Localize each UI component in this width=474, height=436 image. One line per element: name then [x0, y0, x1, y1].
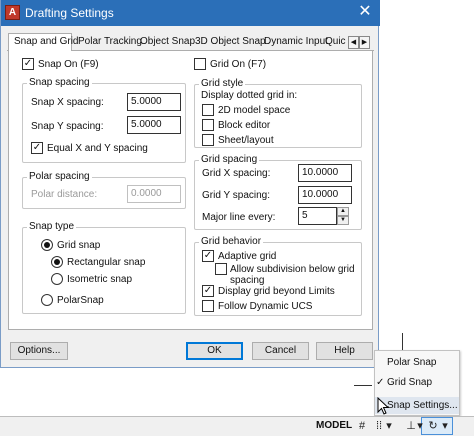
grid-block-editor-label: Block editor — [218, 120, 271, 131]
status-bar — [0, 416, 474, 436]
cancel-button[interactable]: Cancel — [252, 342, 309, 360]
isometric-snap-radio[interactable] — [51, 273, 63, 285]
rectangular-snap-label: Rectangular snap — [67, 257, 146, 268]
polar-spacing-legend: Polar spacing — [27, 171, 92, 182]
polar-tracking-icon[interactable]: ↻ — [426, 419, 440, 433]
display-dotted-grid-heading: Display dotted grid in: — [201, 90, 298, 101]
dialog-title: Drafting Settings — [25, 6, 114, 20]
allow-subdivision-label-cont: spacing — [230, 275, 265, 286]
follow-dynamic-ucs-checkbox[interactable] — [202, 300, 214, 312]
dialog-title-bar[interactable]: A Drafting Settings ✕ — [1, 0, 380, 26]
major-line-every-label: Major line every: — [202, 212, 276, 223]
equal-spacing-checkbox[interactable]: ✓ — [31, 142, 43, 154]
menu-item-grid-snap[interactable]: Grid Snap — [387, 377, 432, 388]
snap-on-checkbox[interactable]: ✓ — [22, 58, 34, 70]
grid-display-icon[interactable]: # — [355, 419, 369, 433]
allow-subdivision-label: Allow subdivision below grid — [230, 264, 355, 275]
major-line-increment-icon[interactable]: ▲ — [337, 207, 349, 216]
follow-dynamic-ucs-label: Follow Dynamic UCS — [218, 301, 313, 312]
grid-style-legend: Grid style — [199, 78, 246, 89]
ok-button[interactable]: OK — [186, 342, 243, 360]
tab-polar-tracking[interactable]: Polar Tracking — [78, 36, 142, 50]
grid-spacing-legend: Grid spacing — [199, 154, 260, 165]
adaptive-grid-label: Adaptive grid — [218, 251, 277, 262]
tab-quick-properties[interactable]: Quic — [325, 36, 346, 50]
mouse-pointer-icon — [377, 397, 389, 415]
snap-x-spacing-label: Snap X spacing: — [31, 97, 104, 108]
allow-subdivision-checkbox[interactable] — [215, 263, 227, 275]
menu-item-polar-snap[interactable]: Polar Snap — [387, 357, 436, 368]
model-space-toggle[interactable]: MODEL — [316, 420, 352, 431]
tab-3d-object-snap[interactable]: 3D Object Snap — [195, 36, 266, 50]
equal-spacing-label: Equal X and Y spacing — [47, 143, 148, 154]
close-button[interactable]: ✕ — [355, 3, 375, 22]
options-button[interactable]: Options... — [10, 342, 68, 360]
snap-dropdown-caret-icon[interactable]: ▾ — [385, 419, 393, 433]
rectangular-snap-radio[interactable] — [51, 256, 63, 268]
drawing-line — [354, 385, 372, 386]
grid-block-editor-checkbox[interactable] — [202, 119, 214, 131]
isometric-snap-label: Isometric snap — [67, 274, 133, 285]
snap-y-spacing-input[interactable]: 5.0000 — [127, 116, 181, 134]
help-button[interactable]: Help — [316, 342, 373, 360]
grid-on-label: Grid On (F7) — [210, 59, 267, 70]
tab-object-snap[interactable]: Object Snap — [140, 36, 195, 50]
grid-x-spacing-input[interactable]: 10.0000 — [298, 164, 352, 182]
polar-dropdown-caret-icon[interactable]: ▾ — [441, 419, 449, 433]
adaptive-grid-checkbox[interactable]: ✓ — [202, 250, 214, 262]
snap-spacing-legend: Snap spacing — [27, 77, 92, 88]
snap-type-legend: Snap type — [27, 221, 77, 232]
display-beyond-limits-checkbox[interactable]: ✓ — [202, 285, 214, 297]
grid-behavior-legend: Grid behavior — [199, 236, 264, 247]
snap-dots-icon[interactable]: ⁞⁞ — [372, 419, 386, 433]
polar-distance-label: Polar distance: — [31, 189, 98, 200]
major-line-decrement-icon[interactable]: ▼ — [337, 216, 349, 225]
polar-distance-input[interactable]: 0.0000 — [127, 185, 181, 203]
snap-y-spacing-label: Snap Y spacing: — [31, 121, 104, 132]
autocad-app-icon: A — [5, 5, 20, 20]
tab-scroll-left-icon[interactable]: ◀ — [348, 36, 359, 49]
drafting-settings-dialog: A Drafting Settings ✕ Snap and Grid Pola… — [0, 0, 380, 368]
grid-y-spacing-label: Grid Y spacing: — [202, 190, 271, 201]
grid-sheet-layout-checkbox[interactable] — [202, 134, 214, 146]
grid-sheet-layout-label: Sheet/layout — [218, 135, 274, 146]
tab-dynamic-input[interactable]: Dynamic Input — [264, 36, 328, 50]
grid-2d-model-space-label: 2D model space — [218, 105, 291, 116]
grid-snap-label: Grid snap — [57, 240, 101, 251]
check-icon: ✓ — [376, 377, 385, 388]
polar-snap-radio[interactable] — [41, 294, 53, 306]
grid-snap-radio[interactable] — [41, 239, 53, 251]
display-beyond-limits-label: Display grid beyond Limits — [218, 286, 335, 297]
grid-on-checkbox[interactable] — [194, 58, 206, 70]
grid-x-spacing-label: Grid X spacing: — [202, 168, 271, 179]
snap-on-label: Snap On (F9) — [38, 59, 99, 70]
major-line-every-input[interactable]: 5 — [298, 207, 337, 225]
grid-y-spacing-input[interactable]: 10.0000 — [298, 186, 352, 204]
drawing-line — [402, 333, 403, 350]
grid-2d-model-space-checkbox[interactable] — [202, 104, 214, 116]
polar-snap-label: PolarSnap — [57, 295, 104, 306]
tab-scroll-right-icon[interactable]: ▶ — [359, 36, 370, 49]
snap-x-spacing-input[interactable]: 5.0000 — [127, 93, 181, 111]
ortho-dropdown-caret-icon[interactable]: ▾ — [416, 419, 424, 433]
menu-item-snap-settings[interactable]: Snap Settings... — [387, 400, 458, 411]
tab-snap-and-grid[interactable]: Snap and Grid — [14, 36, 79, 50]
